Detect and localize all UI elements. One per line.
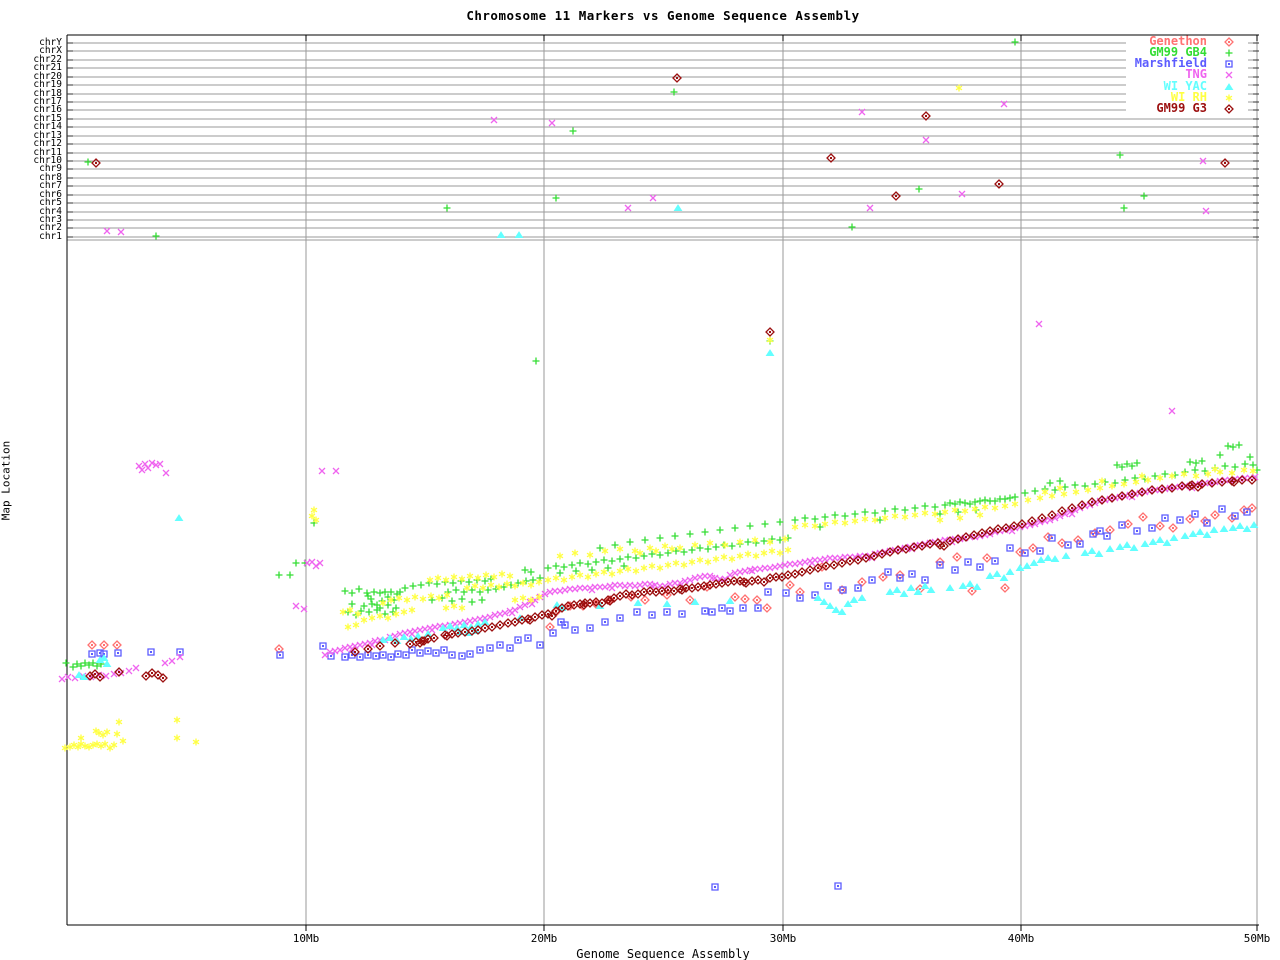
chart-screen: Chromosome 11 Markers vs Genome Sequence… [0, 0, 1280, 960]
x-axis-label: Genome Sequence Assembly [67, 947, 1259, 960]
scatter-series-gm99-g3 [86, 74, 1256, 682]
x-tick-label: 20Mb [531, 932, 558, 945]
y-axis-label: Map Location [0, 411, 13, 551]
scatter-series-gm99-gb4 [63, 39, 1261, 671]
x-tick-label: 10Mb [293, 932, 320, 945]
x-tick-label: 40Mb [1008, 932, 1035, 945]
scatter-series-wi-yac [76, 205, 1258, 680]
x-tick-label: 50Mb [1244, 932, 1271, 945]
scatter-series-genethon [88, 504, 1256, 653]
chart-title: Chromosome 11 Markers vs Genome Sequence… [67, 8, 1259, 23]
scatter-series-wi-rh [62, 85, 1256, 752]
row-label-chr1: chr1 [39, 232, 62, 241]
plot-svg [0, 0, 1280, 960]
x-tick-label: 30Mb [770, 932, 797, 945]
legend-item-gm99-g3: GM99 G3 [1156, 103, 1207, 114]
scatter-series-tng [59, 101, 1258, 682]
